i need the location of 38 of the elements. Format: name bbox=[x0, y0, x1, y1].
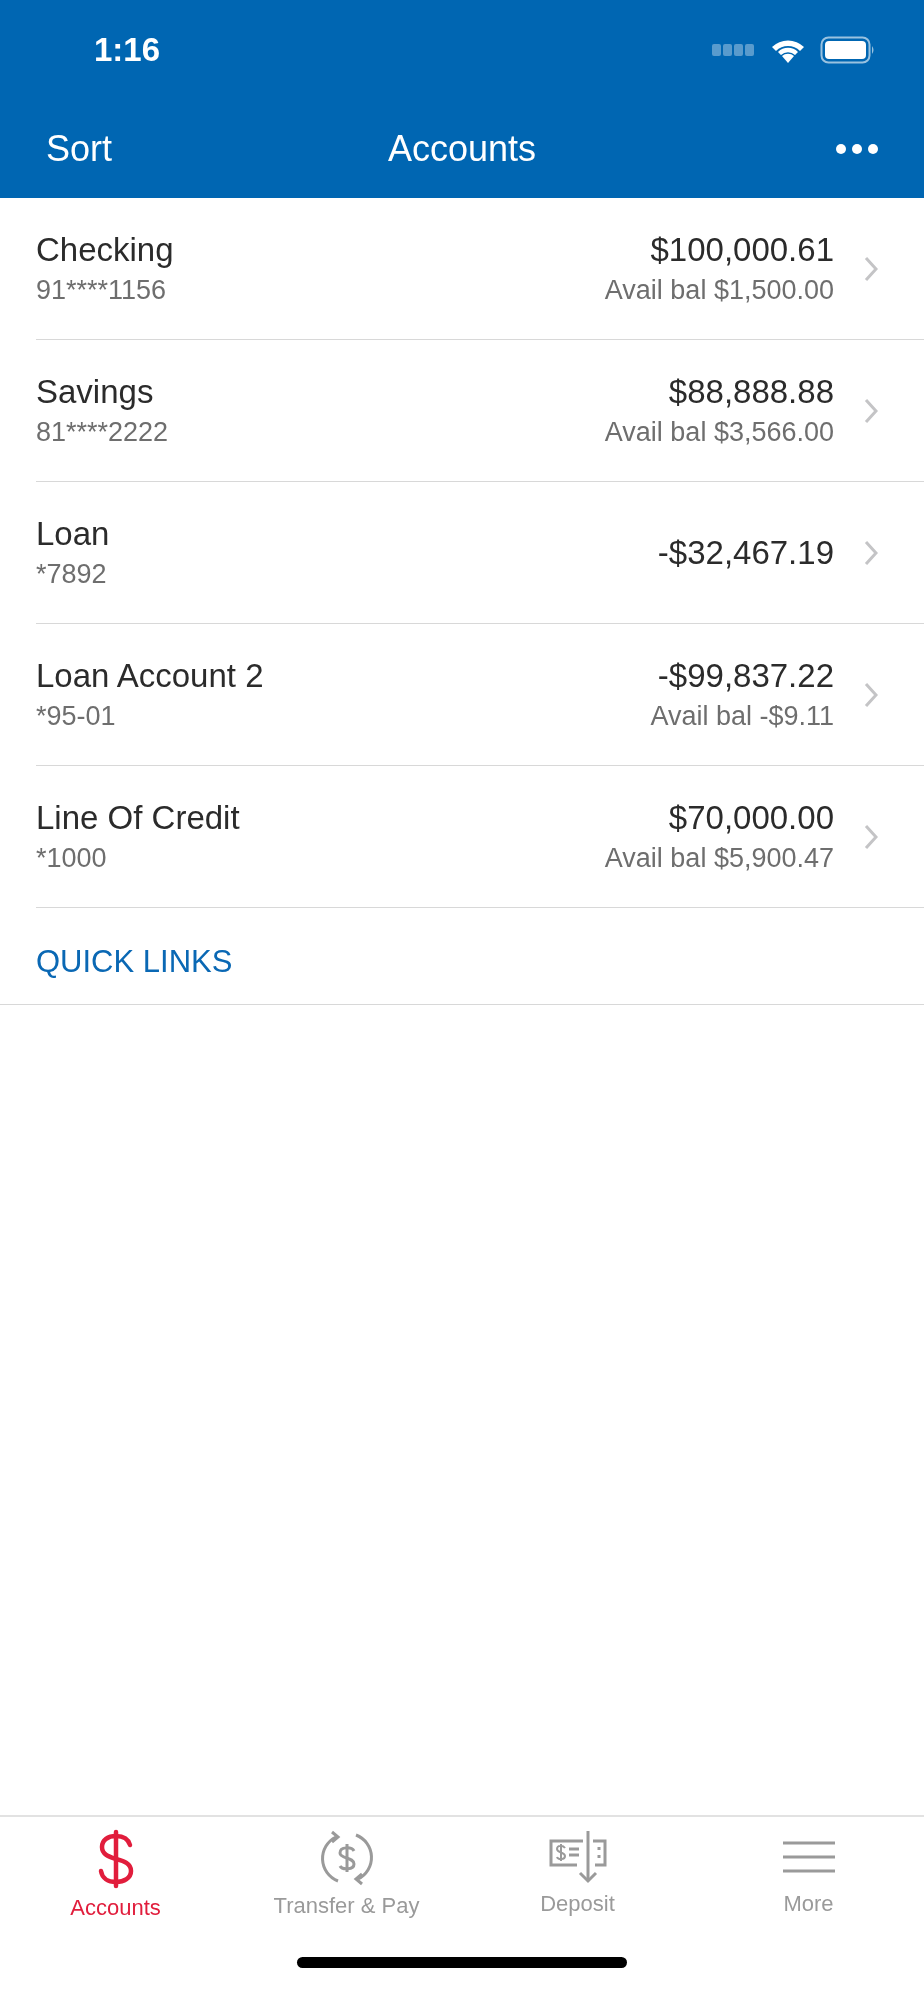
chevron-icon bbox=[864, 539, 878, 566]
account-balance: -$99,837.22 bbox=[657, 657, 834, 695]
sort-button[interactable]: Sort bbox=[46, 128, 113, 170]
account-row[interactable]: Line Of Credit *1000 $70,000.00 Avail bal $5,900.47 bbox=[36, 766, 924, 908]
account-row[interactable]: Loan Account 2 *95-01 -$99,837.22 Avail bal -$9.11 bbox=[36, 624, 924, 766]
more-options-button[interactable] bbox=[836, 144, 878, 154]
account-row[interactable]: Loan *7892 -$32,467.19 bbox=[36, 482, 924, 624]
chevron-icon bbox=[864, 681, 878, 708]
check-deposit-icon bbox=[548, 1829, 607, 1885]
chevron-icon bbox=[864, 255, 878, 282]
account-balance: -$32,467.19 bbox=[657, 533, 834, 572]
chevron-icon bbox=[864, 823, 878, 850]
account-number: 91****1156 bbox=[36, 275, 168, 306]
available-balance: Avail bal -$9.11 bbox=[650, 701, 834, 732]
account-name: Line Of Credit bbox=[36, 799, 241, 837]
account-number: *7892 bbox=[36, 559, 108, 590]
section-heading: QUICK LINKS bbox=[36, 944, 233, 980]
account-name: Savings bbox=[36, 373, 155, 411]
account-name: Loan Account 2 bbox=[36, 657, 265, 695]
account-number: 81****2222 bbox=[36, 417, 170, 448]
account-balance: $70,000.00 bbox=[668, 799, 834, 837]
available-balance: Avail bal $1,500.00 bbox=[604, 275, 834, 306]
account-row[interactable]: Savings 81****2222 $88,888.88 Avail bal $3,566.00 bbox=[36, 340, 924, 482]
nav-title: Accounts bbox=[387, 128, 537, 170]
tab-item[interactable]: Accounts bbox=[0, 1817, 231, 1922]
account-name: Checking bbox=[36, 231, 175, 269]
account-balance: $100,000.61 bbox=[650, 231, 834, 269]
status-time: 1:16 bbox=[94, 31, 161, 69]
available-balance: Avail bal $5,900.47 bbox=[604, 843, 834, 874]
account-number: *95-01 bbox=[36, 701, 117, 732]
account-balance: $88,888.88 bbox=[668, 373, 834, 411]
signal-icon bbox=[712, 44, 756, 56]
battery-icon bbox=[820, 36, 876, 64]
account-row[interactable]: Checking 91****1156 $100,000.61 Avail bal $1,500.00 bbox=[36, 198, 924, 340]
available-balance: Avail bal $3,566.00 bbox=[604, 417, 834, 448]
account-number: *1000 bbox=[36, 843, 108, 874]
account-name: Loan bbox=[36, 515, 111, 553]
chevron-icon bbox=[864, 397, 878, 424]
